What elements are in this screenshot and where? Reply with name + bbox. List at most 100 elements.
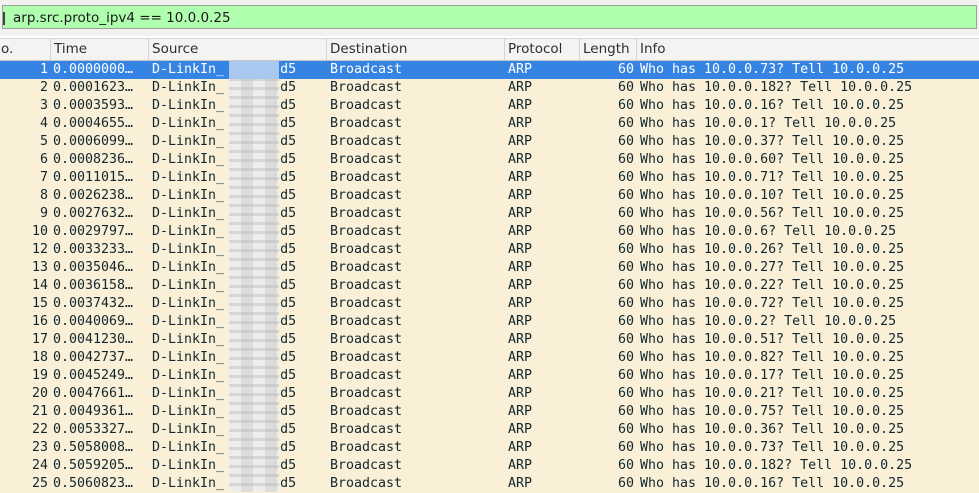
packet-info: Who has 10.0.0.21? Tell 10.0.0.25 xyxy=(640,386,905,401)
display-filter-input[interactable]: arp.src.proto_ipv4 == 10.0.0.25 xyxy=(2,5,977,29)
column-header-destination[interactable]: Destination xyxy=(327,39,505,60)
packet-destination: Broadcast xyxy=(330,296,403,311)
packet-protocol: ARP xyxy=(508,188,533,203)
packet-protocol: ARP xyxy=(508,206,533,221)
packet-destination: Broadcast xyxy=(330,134,403,149)
packet-source-prefix: D-LinkIn_ xyxy=(152,386,225,401)
packet-destination: Broadcast xyxy=(330,404,403,419)
column-header-source[interactable]: Source xyxy=(149,39,327,60)
packet-info: Who has 10.0.0.16? Tell 10.0.0.25 xyxy=(640,476,905,491)
packet-list-header: o. Time Source Destination Protocol Leng… xyxy=(0,38,979,61)
packet-row[interactable]: 14 0.0036158… D-LinkIn_:d5 Broadcast ARP 60 Wh… xyxy=(0,277,979,295)
packet-number: 7 xyxy=(39,170,48,185)
column-header-protocol[interactable]: Protocol xyxy=(505,39,580,60)
packet-length: 60 xyxy=(617,242,634,257)
packet-number: 21 xyxy=(31,404,48,419)
packet-time: 0.5060823… xyxy=(53,476,134,491)
packet-time: 0.0053327… xyxy=(53,422,134,437)
packet-protocol: ARP xyxy=(508,350,533,365)
packet-destination: Broadcast xyxy=(330,98,403,113)
packet-source-prefix: D-LinkIn_ xyxy=(152,152,225,167)
packet-row[interactable]: 24 0.5059205… D-LinkIn_:d5 Broadcast ARP 60 Wh… xyxy=(0,457,979,475)
packet-destination: Broadcast xyxy=(330,152,403,167)
packet-info: Who has 10.0.0.17? Tell 10.0.0.25 xyxy=(640,368,905,383)
packet-row[interactable]: 18 0.0042737… D-LinkIn_:d5 Broadcast ARP 60 Wh… xyxy=(0,349,979,367)
packet-row[interactable]: 7 0.0011015… D-LinkIn_:d5 Broadcast ARP 60 Who… xyxy=(0,169,979,187)
packet-source-prefix: D-LinkIn_ xyxy=(152,188,225,203)
packet-time: 0.0001623… xyxy=(53,80,134,95)
packet-number: 25 xyxy=(31,476,48,491)
packet-time: 0.5058008… xyxy=(53,440,134,455)
packet-row[interactable]: 10 0.0029797… D-LinkIn_:d5 Broadcast ARP 60 Wh… xyxy=(0,223,979,241)
packet-time: 0.0037432… xyxy=(53,296,134,311)
packet-info: Who has 10.0.0.73? Tell 10.0.0.25 xyxy=(640,440,905,455)
packet-number: 15 xyxy=(31,296,48,311)
column-header-time[interactable]: Time xyxy=(51,39,149,60)
packet-info: Who has 10.0.0.26? Tell 10.0.0.25 xyxy=(640,242,905,257)
packet-length: 60 xyxy=(617,62,634,77)
packet-length: 60 xyxy=(617,152,634,167)
column-header-no[interactable]: o. xyxy=(0,39,51,60)
packet-source-prefix: D-LinkIn_ xyxy=(152,314,225,329)
packet-row[interactable]: 25 0.5060823… D-LinkIn_:d5 Broadcast ARP 60 Wh… xyxy=(0,475,979,493)
packet-number: 1 xyxy=(39,62,48,77)
packet-source-prefix: D-LinkIn_ xyxy=(152,368,225,383)
packet-destination: Broadcast xyxy=(330,116,403,131)
packet-destination: Broadcast xyxy=(330,242,403,257)
packet-row[interactable]: 17 0.0041230… D-LinkIn_:d5 Broadcast ARP 60 Wh… xyxy=(0,331,979,349)
packet-row[interactable]: 6 0.0008236… D-LinkIn_:d5 Broadcast ARP 60 Who… xyxy=(0,151,979,169)
packet-row[interactable]: 19 0.0045249… D-LinkIn_:d5 Broadcast ARP 60 Wh… xyxy=(0,367,979,385)
packet-protocol: ARP xyxy=(508,332,533,347)
packet-row[interactable]: 5 0.0006099… D-LinkIn_:d5 Broadcast ARP 60 Who… xyxy=(0,133,979,151)
packet-source-prefix: D-LinkIn_ xyxy=(152,98,225,113)
packet-number: 10 xyxy=(31,224,48,239)
packet-destination: Broadcast xyxy=(330,188,403,203)
packet-time: 0.0003593… xyxy=(53,98,134,113)
packet-row[interactable]: 4 0.0004655… D-LinkIn_:d5 Broadcast ARP 60 Who… xyxy=(0,115,979,133)
packet-list: 1 0.0000000… D-LinkIn_:d5 Broadcast ARP 60 Who… xyxy=(0,61,979,493)
packet-row[interactable]: 12 0.0033233… D-LinkIn_:d5 Broadcast ARP 60 Wh… xyxy=(0,241,979,259)
packet-protocol: ARP xyxy=(508,134,533,149)
packet-info: Who has 10.0.0.6? Tell 10.0.0.25 xyxy=(640,224,897,239)
packet-row[interactable]: 3 0.0003593… D-LinkIn_:d5 Broadcast ARP 60 Who… xyxy=(0,97,979,115)
packet-source-prefix: D-LinkIn_ xyxy=(152,80,225,95)
packet-length: 60 xyxy=(617,458,634,473)
packet-source-prefix: D-LinkIn_ xyxy=(152,404,225,419)
column-header-length[interactable]: Length xyxy=(580,39,637,60)
packet-source-prefix: D-LinkIn_ xyxy=(152,224,225,239)
packet-source-prefix: D-LinkIn_ xyxy=(152,242,225,257)
packet-info: Who has 10.0.0.71? Tell 10.0.0.25 xyxy=(640,170,905,185)
packet-row[interactable]: 22 0.0053327… D-LinkIn_:d5 Broadcast ARP 60 Wh… xyxy=(0,421,979,439)
column-header-info[interactable]: Info xyxy=(637,39,979,60)
packet-info: Who has 10.0.0.75? Tell 10.0.0.25 xyxy=(640,404,905,419)
packet-time: 0.0049361… xyxy=(53,404,134,419)
packet-source-prefix: D-LinkIn_ xyxy=(152,206,225,221)
packet-protocol: ARP xyxy=(508,314,533,329)
packet-row[interactable]: 9 0.0027632… D-LinkIn_:d5 Broadcast ARP 60 Who… xyxy=(0,205,979,223)
packet-destination: Broadcast xyxy=(330,206,403,221)
packet-row[interactable]: 23 0.5058008… D-LinkIn_:d5 Broadcast ARP 60 Wh… xyxy=(0,439,979,457)
packet-protocol: ARP xyxy=(508,296,533,311)
packet-number: 14 xyxy=(31,278,48,293)
packet-number: 20 xyxy=(31,386,48,401)
packet-row[interactable]: 8 0.0026238… D-LinkIn_:d5 Broadcast ARP 60 Who… xyxy=(0,187,979,205)
packet-number: 5 xyxy=(39,134,48,149)
packet-source-prefix: D-LinkIn_ xyxy=(152,278,225,293)
packet-protocol: ARP xyxy=(508,62,533,77)
packet-protocol: ARP xyxy=(508,278,533,293)
packet-row[interactable]: 15 0.0037432… D-LinkIn_:d5 Broadcast ARP 60 Wh… xyxy=(0,295,979,313)
packet-row[interactable]: 20 0.0047661… D-LinkIn_:d5 Broadcast ARP 60 Wh… xyxy=(0,385,979,403)
packet-destination: Broadcast xyxy=(330,422,403,437)
packet-row[interactable]: 13 0.0035046… D-LinkIn_:d5 Broadcast ARP 60 Wh… xyxy=(0,259,979,277)
packet-row[interactable]: 21 0.0049361… D-LinkIn_:d5 Broadcast ARP 60 Wh… xyxy=(0,403,979,421)
packet-row[interactable]: 16 0.0040069… D-LinkIn_:d5 Broadcast ARP 60 Wh… xyxy=(0,313,979,331)
packet-row[interactable]: 1 0.0000000… D-LinkIn_:d5 Broadcast ARP 60 Who… xyxy=(0,61,979,79)
packet-length: 60 xyxy=(617,224,634,239)
packet-number: 8 xyxy=(39,188,48,203)
packet-destination: Broadcast xyxy=(330,278,403,293)
packet-row[interactable]: 2 0.0001623… D-LinkIn_:d5 Broadcast ARP 60 Who… xyxy=(0,79,979,97)
redacted-address-overlay xyxy=(229,61,279,492)
packet-length: 60 xyxy=(617,206,634,221)
packet-number: 23 xyxy=(31,440,48,455)
filter-bookmark-icon[interactable] xyxy=(3,12,5,25)
